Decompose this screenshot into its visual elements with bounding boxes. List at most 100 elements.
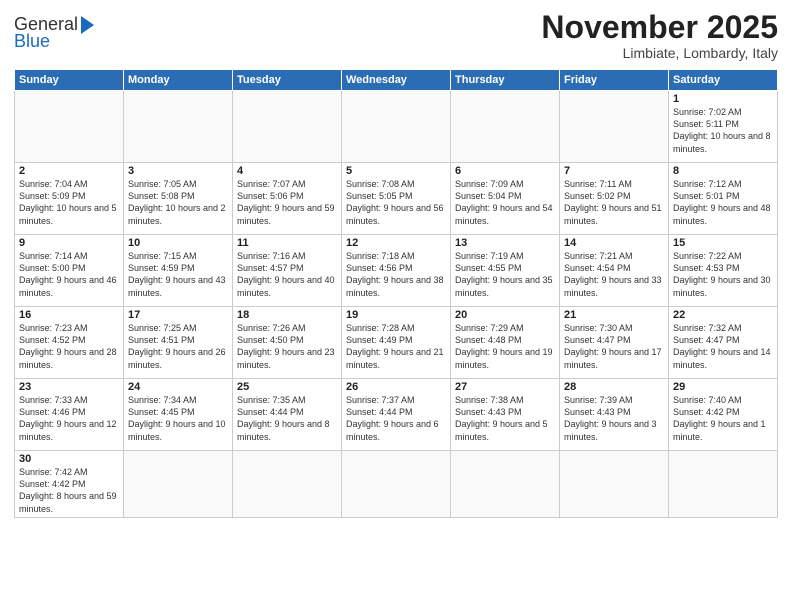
- table-row: 16Sunrise: 7:23 AM Sunset: 4:52 PM Dayli…: [15, 307, 124, 379]
- table-row: 20Sunrise: 7:29 AM Sunset: 4:48 PM Dayli…: [451, 307, 560, 379]
- day-info: Sunrise: 7:11 AM Sunset: 5:02 PM Dayligh…: [564, 178, 664, 227]
- day-number: 25: [237, 381, 337, 393]
- table-row: [560, 91, 669, 163]
- day-number: 21: [564, 309, 664, 321]
- day-number: 1: [673, 93, 773, 105]
- day-number: 3: [128, 165, 228, 177]
- day-number: 7: [564, 165, 664, 177]
- day-info: Sunrise: 7:25 AM Sunset: 4:51 PM Dayligh…: [128, 322, 228, 371]
- table-row: 24Sunrise: 7:34 AM Sunset: 4:45 PM Dayli…: [124, 379, 233, 451]
- day-number: 5: [346, 165, 446, 177]
- table-row: 14Sunrise: 7:21 AM Sunset: 4:54 PM Dayli…: [560, 235, 669, 307]
- day-info: Sunrise: 7:04 AM Sunset: 5:09 PM Dayligh…: [19, 178, 119, 227]
- table-row: [342, 91, 451, 163]
- day-info: Sunrise: 7:23 AM Sunset: 4:52 PM Dayligh…: [19, 322, 119, 371]
- day-number: 13: [455, 237, 555, 249]
- title-area: November 2025 Limbiate, Lombardy, Italy: [541, 10, 778, 61]
- day-number: 24: [128, 381, 228, 393]
- day-info: Sunrise: 7:28 AM Sunset: 4:49 PM Dayligh…: [346, 322, 446, 371]
- table-row: 8Sunrise: 7:12 AM Sunset: 5:01 PM Daylig…: [669, 163, 778, 235]
- table-row: [15, 91, 124, 163]
- table-row: 15Sunrise: 7:22 AM Sunset: 4:53 PM Dayli…: [669, 235, 778, 307]
- table-row: 11Sunrise: 7:16 AM Sunset: 4:57 PM Dayli…: [233, 235, 342, 307]
- day-number: 6: [455, 165, 555, 177]
- table-row: [451, 451, 560, 518]
- table-row: [124, 91, 233, 163]
- month-title: November 2025: [541, 10, 778, 45]
- day-info: Sunrise: 7:39 AM Sunset: 4:43 PM Dayligh…: [564, 394, 664, 443]
- day-info: Sunrise: 7:07 AM Sunset: 5:06 PM Dayligh…: [237, 178, 337, 227]
- day-number: 4: [237, 165, 337, 177]
- table-row: 9Sunrise: 7:14 AM Sunset: 5:00 PM Daylig…: [15, 235, 124, 307]
- day-info: Sunrise: 7:26 AM Sunset: 4:50 PM Dayligh…: [237, 322, 337, 371]
- table-row: 21Sunrise: 7:30 AM Sunset: 4:47 PM Dayli…: [560, 307, 669, 379]
- day-number: 9: [19, 237, 119, 249]
- table-row: 28Sunrise: 7:39 AM Sunset: 4:43 PM Dayli…: [560, 379, 669, 451]
- day-info: Sunrise: 7:42 AM Sunset: 4:42 PM Dayligh…: [19, 466, 119, 515]
- day-number: 22: [673, 309, 773, 321]
- logo-blue-text: Blue: [14, 31, 50, 52]
- day-info: Sunrise: 7:30 AM Sunset: 4:47 PM Dayligh…: [564, 322, 664, 371]
- table-row: 27Sunrise: 7:38 AM Sunset: 4:43 PM Dayli…: [451, 379, 560, 451]
- day-number: 19: [346, 309, 446, 321]
- table-row: 19Sunrise: 7:28 AM Sunset: 4:49 PM Dayli…: [342, 307, 451, 379]
- header: General Blue November 2025 Limbiate, Lom…: [14, 10, 778, 61]
- day-info: Sunrise: 7:08 AM Sunset: 5:05 PM Dayligh…: [346, 178, 446, 227]
- day-number: 27: [455, 381, 555, 393]
- day-info: Sunrise: 7:18 AM Sunset: 4:56 PM Dayligh…: [346, 250, 446, 299]
- col-friday: Friday: [560, 70, 669, 91]
- table-row: 22Sunrise: 7:32 AM Sunset: 4:47 PM Dayli…: [669, 307, 778, 379]
- day-number: 15: [673, 237, 773, 249]
- table-row: 23Sunrise: 7:33 AM Sunset: 4:46 PM Dayli…: [15, 379, 124, 451]
- day-info: Sunrise: 7:02 AM Sunset: 5:11 PM Dayligh…: [673, 106, 773, 155]
- table-row: 29Sunrise: 7:40 AM Sunset: 4:42 PM Dayli…: [669, 379, 778, 451]
- calendar-table: Sunday Monday Tuesday Wednesday Thursday…: [14, 69, 778, 518]
- day-info: Sunrise: 7:05 AM Sunset: 5:08 PM Dayligh…: [128, 178, 228, 227]
- day-number: 20: [455, 309, 555, 321]
- day-info: Sunrise: 7:40 AM Sunset: 4:42 PM Dayligh…: [673, 394, 773, 443]
- day-number: 16: [19, 309, 119, 321]
- table-row: 6Sunrise: 7:09 AM Sunset: 5:04 PM Daylig…: [451, 163, 560, 235]
- col-sunday: Sunday: [15, 70, 124, 91]
- day-number: 29: [673, 381, 773, 393]
- table-row: 10Sunrise: 7:15 AM Sunset: 4:59 PM Dayli…: [124, 235, 233, 307]
- calendar-header: Sunday Monday Tuesday Wednesday Thursday…: [15, 70, 778, 91]
- col-tuesday: Tuesday: [233, 70, 342, 91]
- day-info: Sunrise: 7:19 AM Sunset: 4:55 PM Dayligh…: [455, 250, 555, 299]
- table-row: 25Sunrise: 7:35 AM Sunset: 4:44 PM Dayli…: [233, 379, 342, 451]
- table-row: 3Sunrise: 7:05 AM Sunset: 5:08 PM Daylig…: [124, 163, 233, 235]
- table-row: 13Sunrise: 7:19 AM Sunset: 4:55 PM Dayli…: [451, 235, 560, 307]
- table-row: 18Sunrise: 7:26 AM Sunset: 4:50 PM Dayli…: [233, 307, 342, 379]
- table-row: [451, 91, 560, 163]
- day-info: Sunrise: 7:21 AM Sunset: 4:54 PM Dayligh…: [564, 250, 664, 299]
- table-row: 12Sunrise: 7:18 AM Sunset: 4:56 PM Dayli…: [342, 235, 451, 307]
- table-row: [560, 451, 669, 518]
- table-row: 7Sunrise: 7:11 AM Sunset: 5:02 PM Daylig…: [560, 163, 669, 235]
- day-number: 17: [128, 309, 228, 321]
- logo-triangle-icon: [81, 16, 94, 34]
- day-number: 28: [564, 381, 664, 393]
- table-row: [233, 91, 342, 163]
- day-number: 14: [564, 237, 664, 249]
- day-number: 10: [128, 237, 228, 249]
- header-row: Sunday Monday Tuesday Wednesday Thursday…: [15, 70, 778, 91]
- day-info: Sunrise: 7:14 AM Sunset: 5:00 PM Dayligh…: [19, 250, 119, 299]
- table-row: 30Sunrise: 7:42 AM Sunset: 4:42 PM Dayli…: [15, 451, 124, 518]
- day-info: Sunrise: 7:38 AM Sunset: 4:43 PM Dayligh…: [455, 394, 555, 443]
- calendar-body: 1Sunrise: 7:02 AM Sunset: 5:11 PM Daylig…: [15, 91, 778, 518]
- day-number: 23: [19, 381, 119, 393]
- day-number: 26: [346, 381, 446, 393]
- day-number: 30: [19, 453, 119, 465]
- table-row: 2Sunrise: 7:04 AM Sunset: 5:09 PM Daylig…: [15, 163, 124, 235]
- table-row: 1Sunrise: 7:02 AM Sunset: 5:11 PM Daylig…: [669, 91, 778, 163]
- day-number: 2: [19, 165, 119, 177]
- day-number: 8: [673, 165, 773, 177]
- day-number: 12: [346, 237, 446, 249]
- table-row: [124, 451, 233, 518]
- col-wednesday: Wednesday: [342, 70, 451, 91]
- day-info: Sunrise: 7:15 AM Sunset: 4:59 PM Dayligh…: [128, 250, 228, 299]
- day-info: Sunrise: 7:09 AM Sunset: 5:04 PM Dayligh…: [455, 178, 555, 227]
- table-row: 17Sunrise: 7:25 AM Sunset: 4:51 PM Dayli…: [124, 307, 233, 379]
- day-info: Sunrise: 7:32 AM Sunset: 4:47 PM Dayligh…: [673, 322, 773, 371]
- day-info: Sunrise: 7:22 AM Sunset: 4:53 PM Dayligh…: [673, 250, 773, 299]
